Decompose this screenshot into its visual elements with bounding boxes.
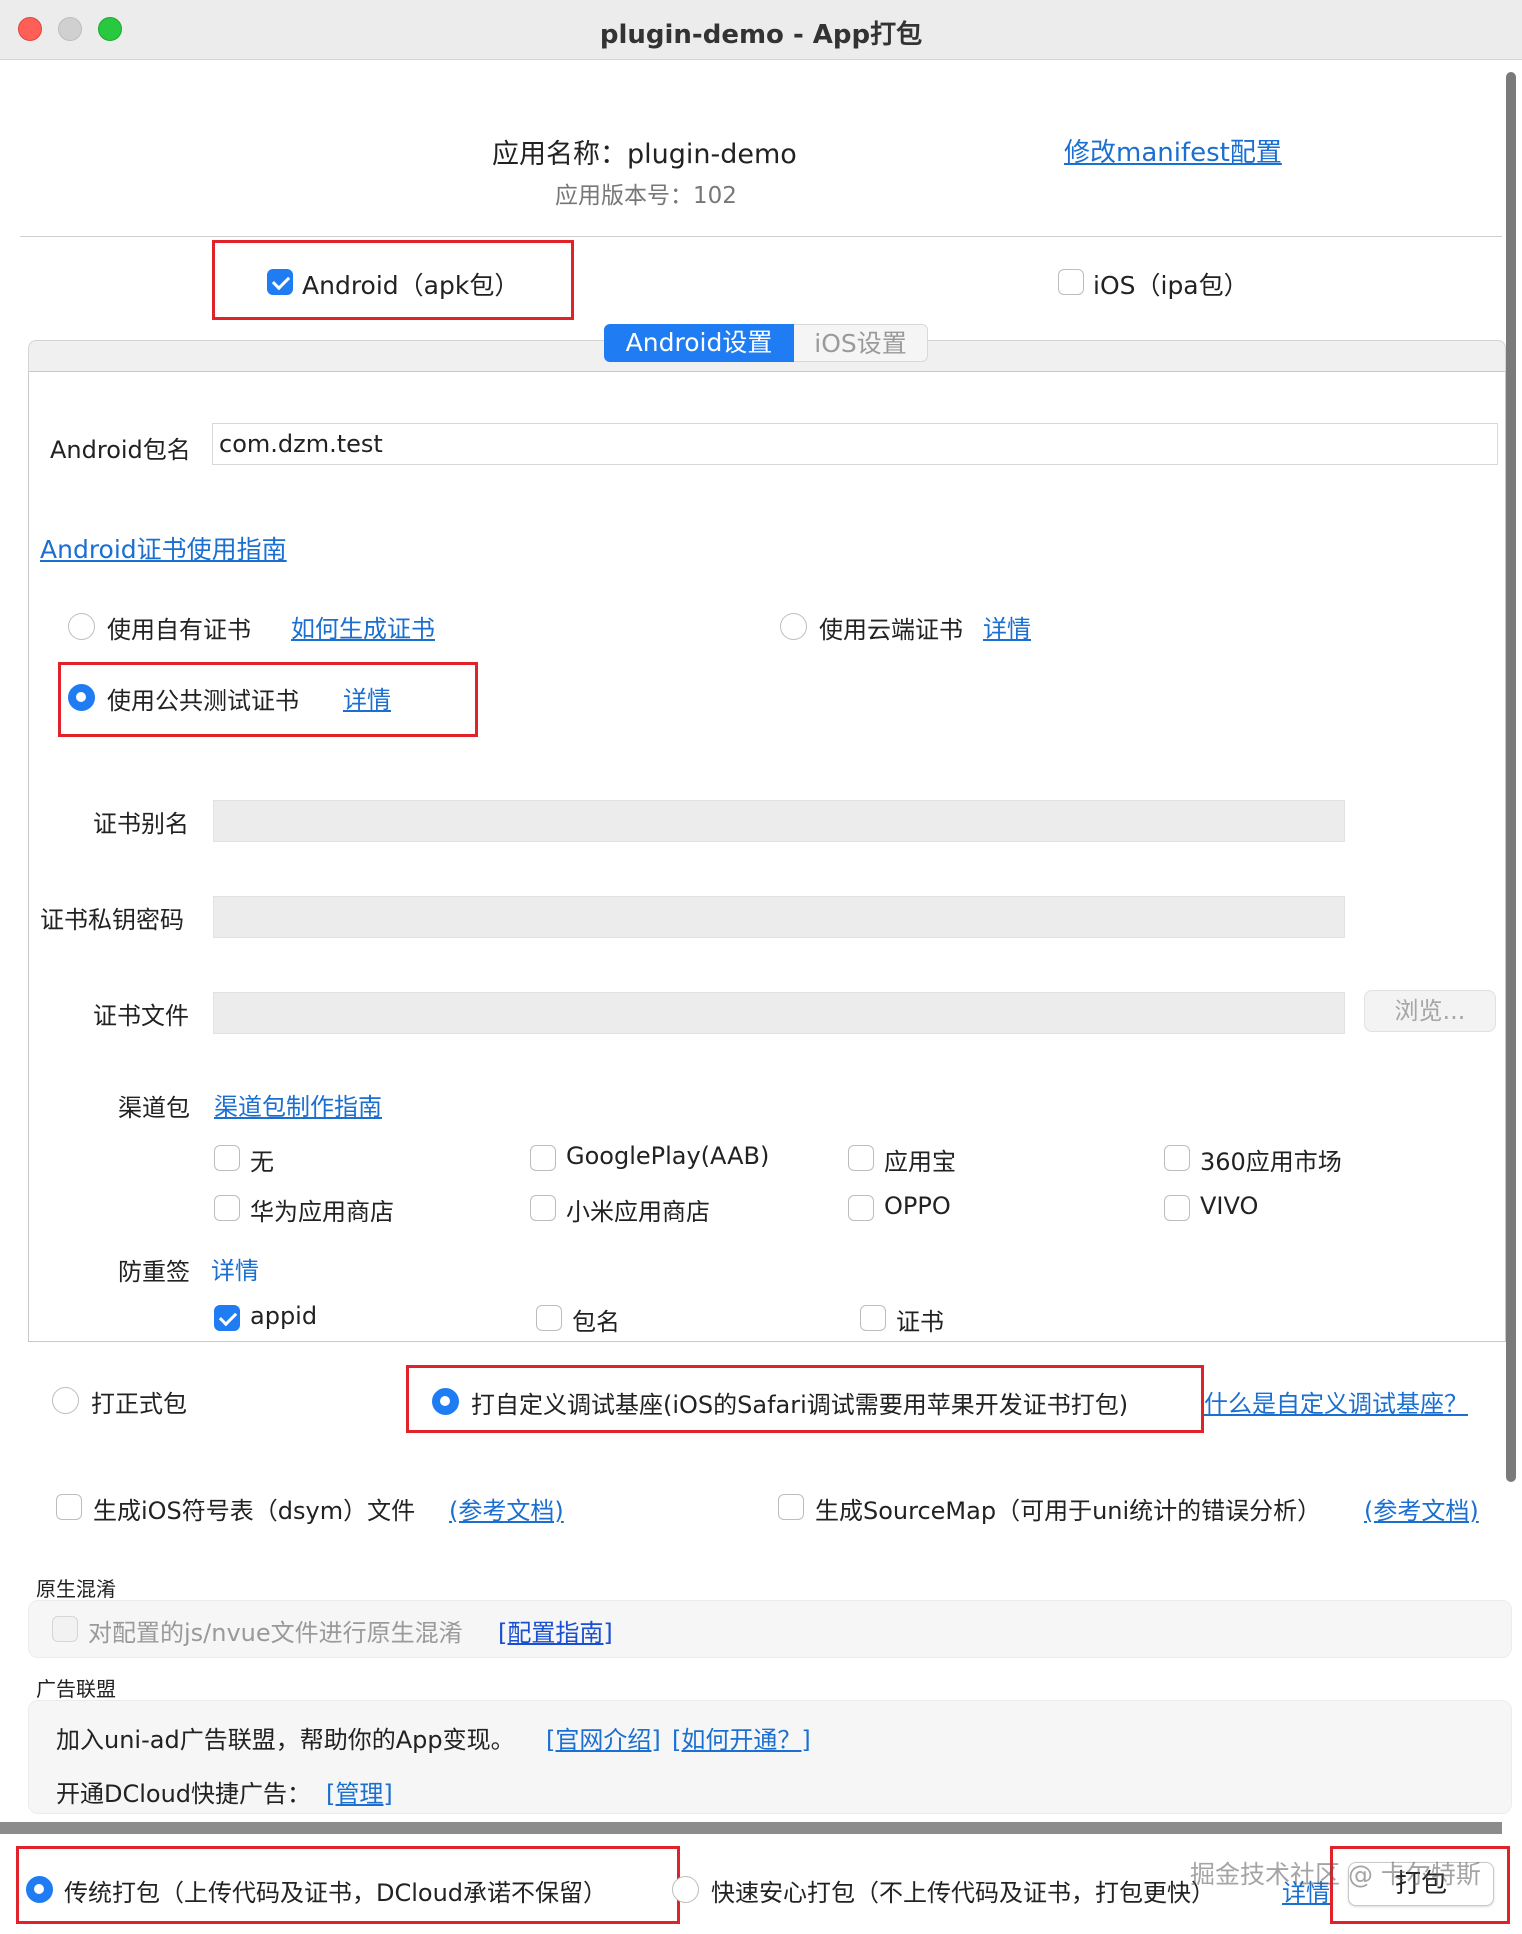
app-pack-window: plugin-demo - App打包 应用名称：plugin-demo 应用版…: [0, 0, 1522, 1934]
own-cert-label: 使用自有证书: [107, 616, 251, 644]
obfuscation-checkbox[interactable]: [52, 1616, 78, 1642]
ads-intro-link[interactable]: [官网介绍]: [546, 1720, 661, 1755]
channel-oppo-checkbox[interactable]: [848, 1195, 874, 1221]
cert-file-label: 证书文件: [93, 1002, 189, 1030]
channel-none-label: 无: [250, 1148, 274, 1176]
cloud-cert-detail-link[interactable]: 详情: [983, 609, 1031, 644]
ads-manage-link[interactable]: [管理]: [326, 1774, 393, 1809]
channel-yingyongbao-label: 应用宝: [884, 1148, 956, 1176]
obfuscation-guide-link[interactable]: [配置指南]: [498, 1613, 613, 1648]
app-name: 应用名称：plugin-demo: [492, 139, 797, 170]
browse-cert-button[interactable]: 浏览...: [1364, 990, 1496, 1032]
dsym-label: 生成iOS符号表（dsym）文件: [93, 1497, 416, 1525]
cert-alias-label: 证书别名: [93, 810, 189, 838]
ios-platform-label: iOS（ipa包）: [1093, 271, 1249, 300]
ads-join-text: 加入uni-ad广告联盟，帮助你的App变现。: [56, 1726, 515, 1754]
channel-vivo-checkbox[interactable]: [1164, 1195, 1190, 1221]
package-name-input[interactable]: com.dzm.test: [212, 423, 1498, 465]
package-name-label: Android包名: [50, 436, 191, 464]
channel-huawei-label: 华为应用商店: [250, 1198, 394, 1226]
title-bar: plugin-demo - App打包: [0, 0, 1522, 60]
anti-resign-appid-checkbox[interactable]: [214, 1305, 240, 1331]
cert-password-input[interactable]: [213, 896, 1345, 938]
release-build-radio[interactable]: [52, 1387, 79, 1414]
tab-android-settings[interactable]: Android设置: [604, 324, 794, 362]
custom-base-help-link[interactable]: 什么是自定义调试基座？: [1204, 1384, 1468, 1419]
channel-vivo-label: VIVO: [1200, 1192, 1259, 1220]
channel-label: 渠道包: [118, 1094, 190, 1122]
window-title: plugin-demo - App打包: [599, 20, 923, 50]
anti-resign-package-label: 包名: [572, 1308, 620, 1336]
obfuscation-section-title: 原生混淆: [36, 1577, 116, 1601]
horizontal-scrollbar[interactable]: [0, 1822, 1502, 1834]
cert-file-input[interactable]: [213, 992, 1345, 1034]
anti-resign-package-checkbox[interactable]: [536, 1305, 562, 1331]
cloud-cert-label: 使用云端证书: [819, 616, 963, 644]
ads-howto-link[interactable]: [如何开通？]: [672, 1720, 811, 1755]
channel-360-checkbox[interactable]: [1164, 1145, 1190, 1171]
safe-pack-radio[interactable]: [672, 1876, 699, 1903]
safe-pack-label: 快速安心打包（不上传代码及证书，打包更快）: [711, 1879, 1215, 1907]
vertical-scrollbar[interactable]: [1506, 72, 1516, 1482]
highlight-android-platform: [212, 240, 574, 320]
anti-resign-cert-checkbox[interactable]: [860, 1305, 886, 1331]
dsym-doc-link[interactable]: (参考文档): [449, 1491, 564, 1526]
app-version: 应用版本号：102: [555, 183, 737, 209]
channel-360-label: 360应用市场: [1200, 1148, 1342, 1176]
sourcemap-checkbox[interactable]: [778, 1494, 804, 1520]
highlight-custom-base: [406, 1365, 1204, 1433]
channel-yingyongbao-checkbox[interactable]: [848, 1145, 874, 1171]
anti-resign-cert-label: 证书: [896, 1308, 944, 1336]
anti-resign-label: 防重签: [118, 1258, 190, 1286]
watermark-text: 掘金技术社区 @ 卡尔特斯: [1190, 1860, 1481, 1889]
tab-ios-settings[interactable]: iOS设置: [794, 324, 928, 362]
channel-googleplay-label: GooglePlay(AAB): [566, 1142, 770, 1170]
highlight-public-cert: [58, 662, 478, 737]
edit-manifest-link[interactable]: 修改manifest配置: [1064, 132, 1282, 169]
cloud-cert-radio[interactable]: [780, 613, 807, 640]
channel-xiaomi-label: 小米应用商店: [566, 1198, 710, 1226]
ads-section-title: 广告联盟: [36, 1677, 116, 1701]
ios-platform-checkbox[interactable]: [1058, 269, 1084, 295]
header-divider: [20, 236, 1502, 237]
ads-quick-text: 开通DCloud快捷广告：: [56, 1780, 312, 1808]
android-cert-guide-link[interactable]: Android证书使用指南: [40, 530, 287, 566]
cert-password-label: 证书私钥密码: [40, 906, 184, 934]
channel-googleplay-checkbox[interactable]: [530, 1145, 556, 1171]
sourcemap-doc-link[interactable]: (参考文档): [1364, 1491, 1479, 1526]
highlight-traditional-pack: [16, 1846, 680, 1924]
channel-oppo-label: OPPO: [884, 1192, 951, 1220]
anti-resign-detail-link[interactable]: 详情: [211, 1251, 259, 1286]
channel-huawei-checkbox[interactable]: [214, 1195, 240, 1221]
channel-none-checkbox[interactable]: [214, 1145, 240, 1171]
dsym-checkbox[interactable]: [56, 1494, 82, 1520]
anti-resign-appid-label: appid: [250, 1302, 318, 1330]
channel-xiaomi-checkbox[interactable]: [530, 1195, 556, 1221]
own-cert-radio[interactable]: [68, 613, 95, 640]
cert-alias-input[interactable]: [213, 800, 1345, 842]
obfuscation-label: 对配置的js/nvue文件进行原生混淆: [88, 1619, 463, 1647]
channel-guide-link[interactable]: 渠道包制作指南: [214, 1087, 382, 1122]
release-build-label: 打正式包: [91, 1390, 187, 1418]
sourcemap-label: 生成SourceMap（可用于uni统计的错误分析）: [815, 1497, 1322, 1525]
how-to-generate-cert-link[interactable]: 如何生成证书: [291, 609, 435, 644]
